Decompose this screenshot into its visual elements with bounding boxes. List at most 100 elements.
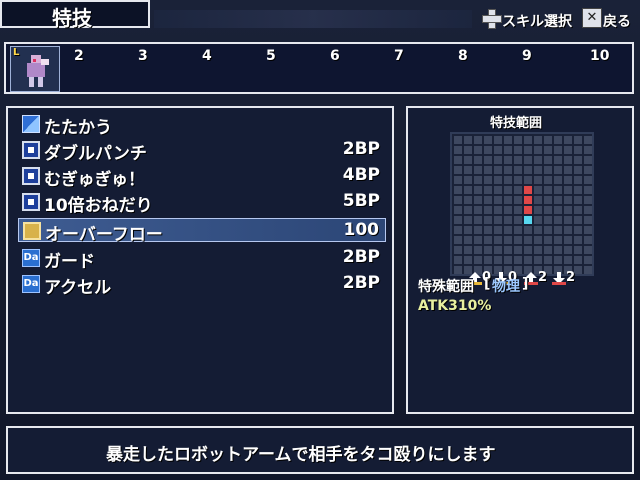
slot-number[interactable]: 2: [74, 48, 84, 64]
grid-cell: [484, 196, 492, 204]
grid-cell: [534, 216, 542, 224]
skill-row[interactable]: 10倍おねだり 5BP: [18, 190, 386, 216]
grid-cell: [504, 206, 512, 214]
grid-cell: [484, 236, 492, 244]
grid-cell: [564, 176, 572, 184]
grid-cell: [464, 146, 472, 154]
grid-cell: [474, 216, 482, 224]
grid-cell: [564, 156, 572, 164]
grid-cell: [524, 146, 532, 154]
arrow-down-icon: [552, 271, 566, 285]
grid-cell: [504, 216, 512, 224]
grid-cell: [514, 256, 522, 264]
range-type-bracket-close: ]: [522, 276, 529, 292]
grid-cell: [574, 206, 582, 214]
grid-cell: [484, 226, 492, 234]
grid-cell: [534, 236, 542, 244]
slot-number[interactable]: 5: [266, 48, 276, 64]
grid-cell: [564, 166, 572, 174]
grid-cell: [574, 256, 582, 264]
grid-cell: [554, 146, 562, 154]
grid-cell: [514, 226, 522, 234]
grid-cell: [504, 226, 512, 234]
skill-cost: 2BP: [342, 247, 380, 267]
grid-cell: [494, 256, 502, 264]
slot-number[interactable]: 9: [522, 48, 532, 64]
grid-cell: [564, 236, 572, 244]
grid-cell: [494, 206, 502, 214]
grid-cell: [524, 176, 532, 184]
grid-cell: [544, 166, 552, 174]
skill-row[interactable]: ダブルパンチ 2BP: [18, 138, 386, 164]
grid-cell: [474, 256, 482, 264]
slot-1-character[interactable]: L: [10, 46, 60, 92]
grid-cell: [534, 176, 542, 184]
skill-icon: [22, 167, 40, 185]
grid-cell: [584, 196, 592, 204]
grid-cell: [494, 246, 502, 254]
grid-cell: [514, 146, 522, 154]
skill-name: アクセル: [44, 278, 112, 298]
skill-name: むぎゅぎゅ！: [44, 170, 145, 190]
grid-cell: [484, 136, 492, 144]
grid-cell: [504, 236, 512, 244]
x-button-icon[interactable]: ✕: [582, 8, 602, 28]
grid-cell: [524, 246, 532, 254]
slot-number[interactable]: 6: [330, 48, 340, 64]
grid-cell: [474, 176, 482, 184]
grid-cell: [504, 186, 512, 194]
grid-cell: [554, 186, 562, 194]
grid-cell: [534, 156, 542, 164]
grid-cell: [484, 176, 492, 184]
grid-cell: [484, 146, 492, 154]
grid-cell: [584, 146, 592, 154]
hint-back[interactable]: 戻る: [603, 11, 631, 31]
grid-cell: [574, 246, 582, 254]
grid-cell: [574, 216, 582, 224]
grid-cell: [524, 196, 532, 204]
slot-number[interactable]: 8: [458, 48, 468, 64]
grid-cell: [554, 246, 562, 254]
skill-row[interactable]: オーバーフロー 100: [18, 218, 386, 245]
grid-cell: [544, 176, 552, 184]
skill-row[interactable]: むぎゅぎゅ！ 4BP: [18, 164, 386, 190]
grid-cell: [544, 256, 552, 264]
grid-cell: [454, 246, 462, 254]
grid-cell: [494, 136, 502, 144]
skill-row[interactable]: Da ガード 2BP: [18, 246, 386, 272]
skill-list-panel: たたかう ダブルパンチ 2BP むぎゅぎゅ！ 4BP 10倍おねだり 5BP オーバーフロー 1…: [6, 106, 394, 414]
grid-cell: [474, 146, 482, 154]
grid-cell: [564, 246, 572, 254]
grid-cell: [564, 256, 572, 264]
grid-cell: [464, 206, 472, 214]
grid-cell: [474, 206, 482, 214]
grid-cell: [554, 196, 562, 204]
grid-cell: [554, 176, 562, 184]
grid-cell: [584, 206, 592, 214]
grid-cell: [454, 186, 462, 194]
grid-cell: [464, 236, 472, 244]
skill-row[interactable]: たたかう: [18, 112, 386, 138]
grid-cell: [524, 206, 532, 214]
slot-number[interactable]: 10: [590, 48, 609, 64]
grid-cell: [574, 226, 582, 234]
grid-cell: [474, 196, 482, 204]
grid-cell: [454, 136, 462, 144]
attack-icon: [22, 115, 40, 133]
slot-number[interactable]: 4: [202, 48, 212, 64]
grid-cell: [584, 156, 592, 164]
grid-cell: [554, 226, 562, 234]
skill-icon: [22, 193, 40, 211]
overflow-icon: [23, 222, 41, 240]
slot-number[interactable]: 3: [138, 48, 148, 64]
skill-row[interactable]: Da アクセル 2BP: [18, 272, 386, 298]
grid-cell: [454, 206, 462, 214]
grid-cell: [584, 216, 592, 224]
grid-cell: [534, 206, 542, 214]
slot-number[interactable]: 7: [394, 48, 404, 64]
grid-cell: [524, 136, 532, 144]
grid-cell: [514, 156, 522, 164]
grid-cell: [454, 256, 462, 264]
grid-cell: [564, 186, 572, 194]
grid-cell: [584, 176, 592, 184]
